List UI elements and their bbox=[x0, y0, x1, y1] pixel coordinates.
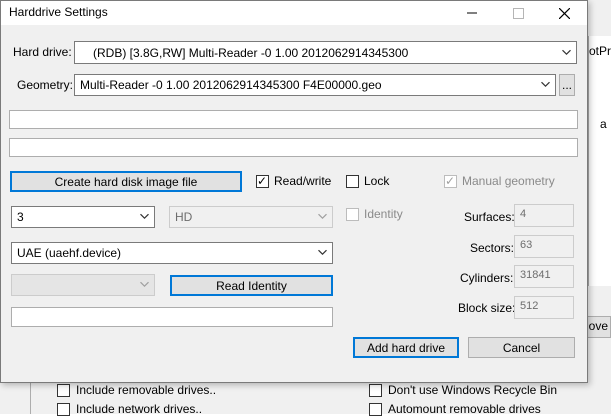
chevron-down-icon bbox=[140, 213, 149, 220]
hard-drive-label: Hard drive: bbox=[13, 45, 72, 59]
parent-fragment-text-a: a bbox=[600, 117, 607, 131]
identity-checkbox[interactable]: Identity bbox=[346, 207, 403, 221]
parent-fragment-text: otPri bbox=[589, 44, 611, 58]
identity-info-field bbox=[11, 307, 333, 327]
mode-value: HD bbox=[175, 210, 193, 224]
cylinders-label: Cylinders: bbox=[460, 271, 514, 285]
chevron-down-icon bbox=[541, 81, 550, 88]
cancel-button[interactable]: Cancel bbox=[468, 337, 575, 358]
geometry-select[interactable]: Multi-Reader -0 1.00 2012062914345300 F4… bbox=[74, 74, 556, 96]
info-field-2 bbox=[9, 138, 578, 157]
block-size-field[interactable]: 512 bbox=[514, 296, 574, 319]
manual-geometry-checkbox[interactable]: Manual geometry bbox=[444, 173, 555, 189]
harddrive-settings-dialog: Harddrive Settings Hard drive: (RDB) [3.… bbox=[0, 0, 588, 383]
close-icon bbox=[558, 7, 570, 19]
checkbox-label: Include removable drives.. bbox=[76, 383, 217, 397]
checkbox-box[interactable] bbox=[369, 383, 382, 397]
surfaces-label: Surfaces: bbox=[464, 210, 515, 224]
title-bar[interactable]: Harddrive Settings bbox=[1, 1, 587, 25]
controller-value: UAE (uaehf.device) bbox=[17, 246, 122, 260]
mode-select[interactable]: HD bbox=[169, 206, 333, 228]
close-button[interactable] bbox=[541, 1, 587, 25]
add-hard-drive-button[interactable]: Add hard drive bbox=[353, 337, 459, 358]
parent-list-panel bbox=[588, 36, 611, 286]
chevron-down-icon bbox=[318, 213, 327, 220]
chevron-down-icon bbox=[140, 281, 149, 288]
info-field-1 bbox=[9, 110, 578, 129]
lock-checkbox[interactable]: Lock bbox=[346, 174, 389, 188]
minimize-button[interactable] bbox=[449, 1, 495, 25]
checkbox-label: Identity bbox=[364, 207, 403, 221]
chevron-down-icon bbox=[562, 49, 571, 55]
checkbox-box[interactable] bbox=[57, 383, 70, 397]
unit-select[interactable]: 3 bbox=[11, 206, 155, 228]
read-identity-button[interactable]: Read Identity bbox=[170, 275, 333, 296]
chevron-down-icon bbox=[318, 249, 327, 256]
checkbox-box[interactable] bbox=[346, 207, 359, 221]
unit-value: 3 bbox=[17, 210, 24, 224]
maximize-icon bbox=[512, 7, 524, 19]
hard-drive-select[interactable]: (RDB) [3.8G,RW] Multi-Reader -0 1.00 201… bbox=[74, 41, 577, 64]
parent-divider bbox=[30, 383, 31, 414]
controller-select[interactable]: UAE (uaehf.device) bbox=[11, 242, 333, 264]
checkbox-box[interactable] bbox=[256, 173, 269, 189]
include-removable-drives-checkbox[interactable]: Include removable drives.. bbox=[57, 383, 216, 397]
sectors-field[interactable]: 63 bbox=[514, 235, 574, 258]
checkbox-label: Lock bbox=[364, 174, 390, 188]
surfaces-field[interactable]: 4 bbox=[514, 204, 574, 227]
dialog-title: Harddrive Settings bbox=[9, 5, 108, 19]
create-image-button[interactable]: Create hard disk image file bbox=[10, 171, 242, 192]
checkbox-box[interactable] bbox=[444, 173, 457, 189]
checkbox-box[interactable] bbox=[346, 174, 359, 188]
read-write-checkbox[interactable]: Read/write bbox=[256, 173, 332, 189]
geometry-browse-button[interactable]: ... bbox=[559, 74, 575, 96]
block-size-label: Block size: bbox=[458, 301, 516, 315]
geometry-label: Geometry: bbox=[17, 78, 74, 92]
sectors-label: Sectors: bbox=[470, 241, 515, 255]
checkbox-label: Don't use Windows Recycle Bin bbox=[388, 383, 558, 397]
hard-drive-value: (RDB) [3.8G,RW] Multi-Reader -0 1.00 201… bbox=[93, 45, 409, 60]
dont-use-recycle-bin-checkbox[interactable]: Don't use Windows Recycle Bin bbox=[369, 383, 557, 397]
geometry-value: Multi-Reader -0 1.00 2012062914345300 F4… bbox=[80, 78, 382, 92]
maximize-button[interactable] bbox=[495, 1, 541, 25]
checkbox-label: Read/write bbox=[274, 174, 332, 188]
subunit-select[interactable] bbox=[11, 274, 155, 296]
cylinders-field[interactable]: 31841 bbox=[514, 265, 574, 288]
checkbox-label: Manual geometry bbox=[462, 174, 555, 188]
minimize-icon bbox=[467, 12, 477, 14]
